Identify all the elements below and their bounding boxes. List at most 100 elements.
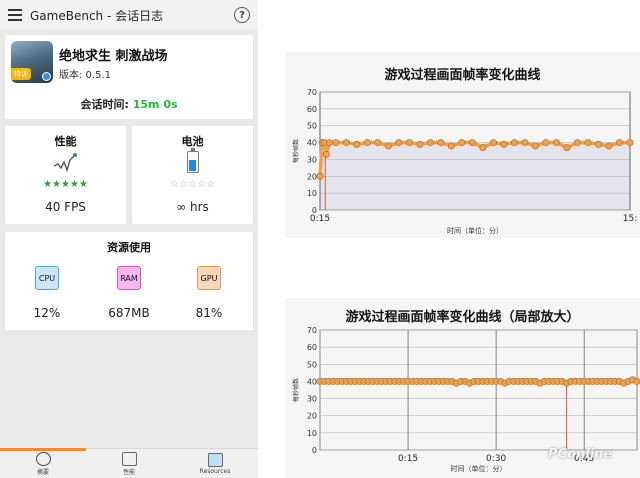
fps-data-point [316,172,324,180]
y-tick-label: 50 [307,360,317,369]
battery-card[interactable]: 电池 ☆☆☆☆☆ ∞ hrs [132,126,253,224]
game-icon-dot [42,72,51,81]
tab-resources[interactable]: Resources [172,449,258,478]
ram-chip-icon: RAM [117,266,141,290]
fps-data-point [325,139,333,147]
battery-icon [187,148,199,173]
battery-title: 电池 [181,135,204,148]
plot-frame [319,329,638,451]
x-tick-label: 0:15 [398,454,418,464]
y-tick-label: 70 [307,326,317,335]
fps-data-point [594,140,602,148]
resources-title: 资源使用 [107,241,151,254]
y-tick-label: 20 [307,412,317,421]
app-title: GameBench - 会话日志 [30,8,164,23]
fps-data-point [605,142,613,150]
y-tick-label: 0 [312,446,317,455]
cpu-usage: CPU 12% [17,266,77,320]
game-name: 绝地求生 刺激战场 [59,49,168,64]
fps-data-point [489,139,497,147]
fps-data-point [395,139,403,147]
performance-title: 性能 [54,135,77,148]
fps-data-point [384,142,392,150]
tab-summary[interactable]: 摘要 [0,448,86,478]
fps-data-point [626,139,634,147]
fps-data-point [416,140,424,148]
resources-card[interactable]: 资源使用 CPU 12% RAM 687MB GPU 81% [5,232,253,330]
fps-data-point [322,150,330,158]
bottom-tab-bar: 摘要 性能 Resources [0,448,258,478]
performance-tab-icon [121,451,137,466]
resources-tab-icon [207,452,223,467]
game-version: 版本: 0.5.1 [59,70,111,81]
performance-stars: ★★★★★ [43,179,88,190]
fps-data-point [521,139,529,147]
fps-data-point [342,139,350,147]
watermark-logo: PConline [548,447,613,462]
y-tick-label: 40 [307,139,317,148]
fps-data-point [633,377,640,385]
fps-data-point [573,139,581,147]
fps-data-point [510,139,518,147]
fps-data-point [542,139,550,147]
y-tick-label: 10 [307,189,317,198]
y-tick-label: 10 [307,429,317,438]
fps-data-point [426,139,434,147]
battery-stars: ☆☆☆☆☆ [170,179,215,190]
performance-card[interactable]: 性能 ★★★★★ 40 FPS [5,126,126,224]
fps-data-point [374,139,382,147]
y-axis-label: 每秒帧数 [292,139,300,163]
fps-chart-full-plot: 0102030405060700:15 15:每秒帧数时间（单位：分） [292,88,637,235]
summary-tab-icon [35,451,51,466]
fps-data-point [437,139,445,147]
game-app-icon: 特训 [11,41,53,83]
tab-resources-label: Resources [199,467,231,475]
fps-data-point [563,144,571,152]
phone-screen: GameBench - 会话日志 ? 特训 绝地求生 刺激战场 版本: 0.5.… [0,0,258,478]
hamburger-menu-icon[interactable] [8,9,22,21]
performance-value: 40 FPS [45,200,86,214]
fps-data-point [500,140,508,148]
fps-data-point [552,139,560,147]
fps-data-point [468,139,476,147]
fps-data-point [363,139,371,147]
y-axis-label: 每秒帧数 [292,378,300,402]
fps-data-point [615,139,623,147]
game-info-card: 特训 绝地求生 刺激战场 版本: 0.5.1 会话时间: 15m 0s [5,35,253,119]
battery-value: ∞ hrs [176,200,209,214]
performance-chart-icon [53,153,77,173]
fps-data-point [531,142,539,150]
cpu-usage-value: 12% [33,306,61,320]
game-icon-badge: 特训 [11,68,31,80]
session-time-label: 会话时间: [80,98,129,111]
x-tick-label: 0:15 [310,214,330,224]
help-icon[interactable]: ? [234,7,250,23]
ram-usage: RAM 687MB [99,266,159,320]
tab-performance[interactable]: 性能 [86,449,172,478]
cpu-chip-icon: CPU [35,266,59,290]
fps-data-point [458,139,466,147]
session-time-value: 15m 0s [132,98,178,111]
y-tick-label: 60 [307,105,317,114]
fps-data-point [447,142,455,150]
y-tick-label: 60 [307,343,317,352]
y-tick-label: 70 [307,88,317,97]
x-axis-label: 时间（单位：分） [447,226,503,235]
gpu-usage: GPU 81% [179,266,239,320]
screenshot-root: GameBench - 会话日志 ? 特训 绝地求生 刺激战场 版本: 0.5.… [0,0,640,478]
x-tick-label: 15: [623,214,637,224]
fps-chart-full: 游戏过程画面帧率变化曲线 0 10 20 30 40 50 60 70 0:15 15: 每秒帧数时… [285,52,640,238]
app-bar: GameBench - 会话日志 ? [0,0,258,30]
x-axis-label: 时间（单位：分） [451,464,507,473]
y-tick-label: 20 [307,172,317,181]
x-tick-label: 0:30 [486,454,506,464]
y-tick-label: 40 [307,377,317,386]
y-tick-label: 50 [307,122,317,131]
y-tick-label: 30 [307,395,317,404]
ram-usage-value: 687MB [108,306,150,320]
fps-data-point [584,139,592,147]
fps-data-point [405,139,413,147]
session-time: 会话时间: 15m 0s [5,96,253,112]
gpu-usage-value: 81% [195,306,223,320]
tab-performance-label: 性能 [122,468,135,476]
